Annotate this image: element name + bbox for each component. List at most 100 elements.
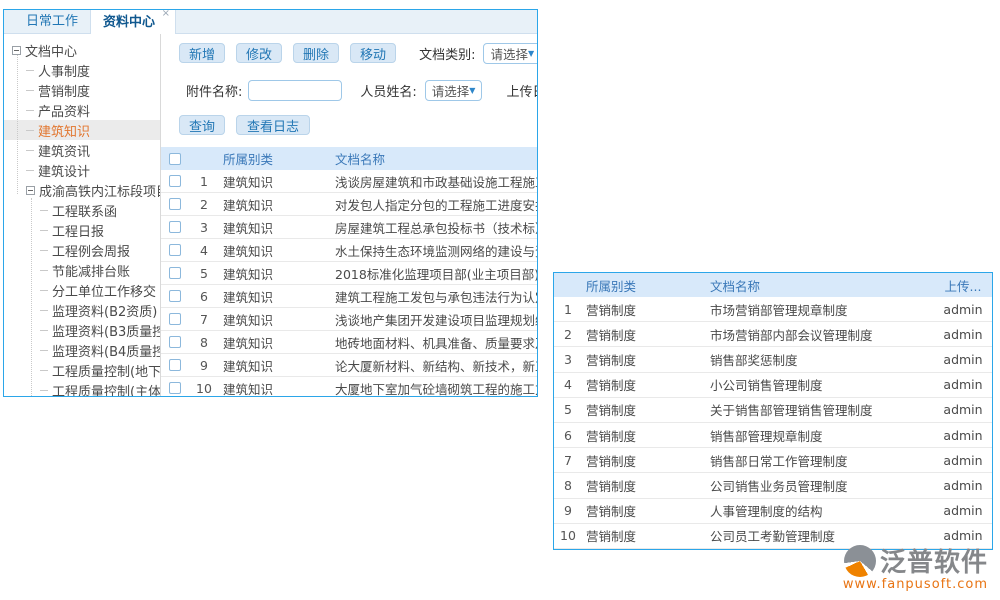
sidebar-item[interactable]: 工程日报 bbox=[4, 220, 160, 240]
table-row[interactable]: 4营销制度小公司销售管理制度admin bbox=[554, 373, 992, 398]
collapse-icon[interactable] bbox=[12, 46, 21, 55]
row-doc-name: 2018标准化监理项目部(业主项目部)人员... bbox=[331, 264, 537, 283]
row-index: 3 bbox=[189, 220, 219, 235]
table-row[interactable]: 5建筑知识2018标准化监理项目部(业主项目部)人员... bbox=[161, 262, 537, 285]
table-row[interactable]: 5营销制度关于销售部管理销售管理制度admin bbox=[554, 398, 992, 423]
query-button[interactable]: 查询 bbox=[179, 115, 225, 135]
table-row[interactable]: 2营销制度市场营销部内部会议管理制度admin bbox=[554, 322, 992, 347]
row-checkbox[interactable] bbox=[169, 336, 181, 348]
table-row[interactable]: 6营销制度销售部管理规章制度admin bbox=[554, 423, 992, 448]
table-row[interactable]: 10建筑知识大厦地下室加气砼墙砌筑工程的施工方... bbox=[161, 377, 537, 396]
view-log-button[interactable]: 查看日志 bbox=[236, 115, 310, 135]
tree-tick-icon bbox=[26, 70, 34, 71]
sidebar-item[interactable]: 文档中心 bbox=[4, 40, 160, 60]
row-checkbox[interactable] bbox=[169, 382, 181, 394]
sidebar-item[interactable]: 建筑资讯 bbox=[4, 140, 160, 160]
add-button[interactable]: 新增 bbox=[179, 43, 225, 63]
edit-button[interactable]: 修改 bbox=[236, 43, 282, 63]
tree-tick-icon bbox=[40, 350, 48, 351]
table-row[interactable]: 9营销制度人事管理制度的结构admin bbox=[554, 499, 992, 524]
sidebar-item-label: 工程质量控制(地下室) bbox=[52, 361, 161, 380]
sidebar-item[interactable]: 监理资料(B4质量控制) bbox=[4, 340, 160, 360]
tree-tick-icon bbox=[40, 370, 48, 371]
sidebar-item[interactable]: 节能减排台账 bbox=[4, 260, 160, 280]
sidebar-item[interactable]: 工程联系函 bbox=[4, 200, 160, 220]
sidebar-item[interactable]: 人事制度 bbox=[4, 60, 160, 80]
sidebar-item[interactable]: 建筑设计 bbox=[4, 160, 160, 180]
row-checkbox[interactable] bbox=[169, 175, 181, 187]
document-table: 所属别类 文档名称 1建筑知识浅谈房屋建筑和市政基础设施工程施工...2建筑知识… bbox=[161, 147, 537, 396]
sidebar-item-label: 成渝高铁内江标段项目 bbox=[39, 181, 161, 200]
sidebar-item[interactable]: 工程质量控制(地下室) bbox=[4, 360, 160, 380]
row-index: 8 bbox=[189, 335, 219, 350]
sidebar-item[interactable]: 产品资料 bbox=[4, 100, 160, 120]
tree-tick-icon bbox=[40, 330, 48, 331]
table-row[interactable]: 1营销制度市场营销部管理规章制度admin bbox=[554, 297, 992, 322]
close-icon[interactable]: × bbox=[162, 9, 170, 19]
table-row[interactable]: 3营销制度销售部奖惩制度admin bbox=[554, 347, 992, 372]
attachment-name-input[interactable] bbox=[248, 80, 342, 101]
chevron-down-icon: ▼ bbox=[469, 86, 475, 95]
row-category: 建筑知识 bbox=[219, 310, 331, 329]
tab-data-center[interactable]: 资料中心 × bbox=[90, 9, 176, 34]
table-row[interactable]: 7建筑知识浅谈地产集团开发建设项目监理规划编... bbox=[161, 308, 537, 331]
sidebar-item[interactable]: 工程质量控制(主体) bbox=[4, 380, 160, 396]
table-row[interactable]: 8营销制度公司销售业务员管理制度admin bbox=[554, 473, 992, 498]
move-button[interactable]: 移动 bbox=[350, 43, 396, 63]
row-doc-name: 公司销售业务员管理制度 bbox=[706, 476, 934, 495]
sidebar-item[interactable]: 成渝高铁内江标段项目 bbox=[4, 180, 160, 200]
row-category: 营销制度 bbox=[582, 501, 706, 520]
tree-tick-icon bbox=[40, 230, 48, 231]
sidebar-item[interactable]: 监理资料(B2资质) bbox=[4, 300, 160, 320]
row-category: 营销制度 bbox=[582, 526, 706, 545]
table-row[interactable]: 9建筑知识论大厦新材料、新结构、新技术，新工... bbox=[161, 354, 537, 377]
tab-bar: 日常工作 资料中心 × bbox=[4, 10, 537, 34]
person-select[interactable]: 请选择 ▼ bbox=[425, 80, 483, 101]
row-index: 6 bbox=[189, 289, 219, 304]
tree-tick-icon bbox=[40, 210, 48, 211]
row-doc-name: 大厦地下室加气砼墙砌筑工程的施工方... bbox=[331, 379, 537, 397]
row-checkbox[interactable] bbox=[169, 221, 181, 233]
sidebar-item[interactable]: 监理资料(B3质量控制) bbox=[4, 320, 160, 340]
table-row[interactable]: 8建筑知识地砖地面材料、机具准备、质量要求及... bbox=[161, 331, 537, 354]
tab-daily-work[interactable]: 日常工作 bbox=[14, 9, 90, 33]
document-center-window: 日常工作 资料中心 × 文档中心人事制度营销制度产品资料建筑知识建筑资讯建筑设计… bbox=[3, 9, 538, 397]
sidebar-item-label: 工程日报 bbox=[52, 221, 104, 240]
collapse-icon[interactable] bbox=[26, 186, 35, 195]
table-row[interactable]: 6建筑知识建筑工程施工发包与承包违法行为认定... bbox=[161, 285, 537, 308]
row-doc-name: 对发包人指定分包的工程施工进度安排... bbox=[331, 195, 537, 214]
sidebar-item[interactable]: 建筑知识 bbox=[4, 120, 160, 140]
row-category: 营销制度 bbox=[582, 300, 706, 319]
table-row[interactable]: 2建筑知识对发包人指定分包的工程施工进度安排... bbox=[161, 193, 537, 216]
sidebar-item[interactable]: 分工单位工作移交 bbox=[4, 280, 160, 300]
row-checkbox[interactable] bbox=[169, 290, 181, 302]
row-uploader: admin bbox=[934, 428, 992, 443]
row-uploader: admin bbox=[934, 327, 992, 342]
select-all-checkbox[interactable] bbox=[169, 153, 181, 165]
doc-type-select[interactable]: 请选择 ▼ bbox=[483, 43, 537, 64]
row-checkbox[interactable] bbox=[169, 313, 181, 325]
delete-button[interactable]: 删除 bbox=[293, 43, 339, 63]
row-category: 建筑知识 bbox=[219, 356, 331, 375]
tree-tick-icon bbox=[26, 170, 34, 171]
sidebar-item-label: 节能减排台账 bbox=[52, 261, 130, 280]
sidebar-item[interactable]: 营销制度 bbox=[4, 80, 160, 100]
row-checkbox[interactable] bbox=[169, 244, 181, 256]
row-doc-name: 浅谈房屋建筑和市政基础设施工程施工... bbox=[331, 172, 537, 191]
row-doc-name: 小公司销售管理制度 bbox=[706, 375, 934, 394]
row-index: 3 bbox=[554, 352, 582, 367]
table-row[interactable]: 4建筑知识水土保持生态环境监测网络的建设与资... bbox=[161, 239, 537, 262]
sidebar-item[interactable]: 工程例会周报 bbox=[4, 240, 160, 260]
sidebar-item-label: 监理资料(B3质量控制) bbox=[52, 321, 161, 340]
sidebar-item-label: 监理资料(B2资质) bbox=[52, 301, 157, 320]
table-row[interactable]: 7营销制度销售部日常工作管理制度admin bbox=[554, 448, 992, 473]
row-doc-name: 市场营销部内部会议管理制度 bbox=[706, 325, 934, 344]
table-row[interactable]: 3建筑知识房屋建筑工程总承包投标书（技术标）... bbox=[161, 216, 537, 239]
sidebar-item-label: 文档中心 bbox=[25, 41, 77, 60]
table-row[interactable]: 1建筑知识浅谈房屋建筑和市政基础设施工程施工... bbox=[161, 170, 537, 193]
row-checkbox[interactable] bbox=[169, 198, 181, 210]
row-checkbox[interactable] bbox=[169, 267, 181, 279]
row-category: 营销制度 bbox=[582, 451, 706, 470]
row-checkbox[interactable] bbox=[169, 359, 181, 371]
sidebar-tree: 文档中心人事制度营销制度产品资料建筑知识建筑资讯建筑设计成渝高铁内江标段项目工程… bbox=[4, 34, 161, 396]
